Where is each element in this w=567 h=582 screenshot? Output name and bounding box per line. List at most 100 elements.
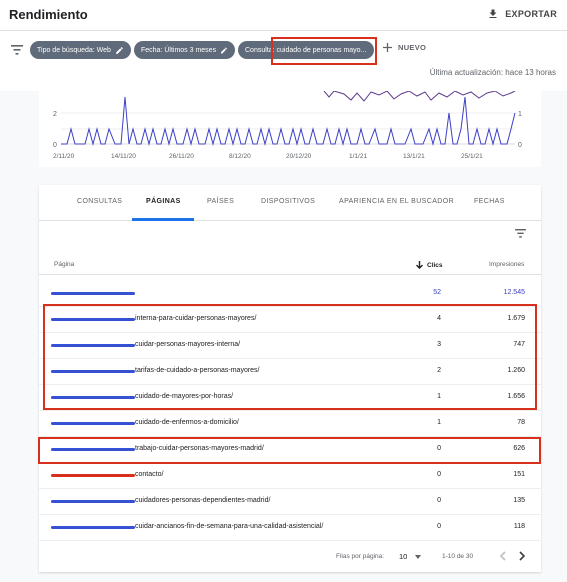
- tab-paginas[interactable]: PÁGINAS: [146, 198, 181, 205]
- tab-apariencia[interactable]: APARIENCIA EN EL BUSCADOR: [339, 198, 454, 205]
- redacted-url: [51, 344, 135, 347]
- y-left-tick: 2: [53, 111, 57, 118]
- table-row[interactable]: cuidadores-personas-dependientes-madrid/…: [39, 489, 541, 515]
- new-filter-label: NUEVO: [398, 43, 427, 52]
- table-filter-icon[interactable]: [515, 229, 526, 238]
- filter-bar: Tipo de búsqueda: Web Fecha: Últimos 3 m…: [0, 31, 567, 91]
- redacted-url: [51, 474, 135, 477]
- table-row[interactable]: tarifas-de-cuidado-a-personas-mayores/ 2…: [39, 359, 541, 385]
- cell-impressions: 626: [513, 445, 525, 452]
- cell-clicks: 1: [437, 393, 441, 400]
- cell-impressions: 747: [513, 341, 525, 348]
- cell-page[interactable]: interna-para-cuidar-personas-mayores/: [135, 315, 256, 322]
- column-header-page[interactable]: Página: [54, 261, 74, 268]
- filter-chip-label: Tipo de búsqueda: Web: [37, 46, 111, 54]
- x-axis-label: 14/11/20: [111, 153, 136, 160]
- cell-impressions: 135: [513, 497, 525, 504]
- x-axis-label: 2/11/20: [53, 153, 75, 160]
- cell-impressions: 118: [513, 523, 525, 530]
- tab-paises[interactable]: PAÍSES: [207, 198, 234, 205]
- rows-per-page-select[interactable]: 10: [399, 552, 422, 561]
- cell-clicks: 0: [437, 497, 441, 504]
- tab-dispositivos[interactable]: DISPOSITIVOS: [261, 198, 315, 205]
- export-label: EXPORTAR: [505, 9, 557, 19]
- rows-per-page-value: 10: [399, 552, 408, 561]
- redacted-url: [51, 318, 135, 321]
- arrow-down-icon: [416, 261, 423, 269]
- cell-page[interactable]: tarifas-de-cuidado-a-personas-mayores/: [135, 367, 260, 374]
- table-header: Página Clics Impresiones: [39, 255, 541, 275]
- redacted-url: [51, 370, 135, 373]
- redacted-url: [51, 500, 135, 503]
- cell-clicks: 0: [437, 523, 441, 530]
- cell-impressions: 1.260: [507, 367, 525, 374]
- tab-consultas[interactable]: CONSULTAS: [77, 198, 122, 205]
- column-header-clicks[interactable]: Clics: [416, 261, 443, 269]
- dimension-tabs: CONSULTAS PÁGINAS PAÍSES DISPOSITIVOS AP…: [39, 185, 541, 221]
- table-row[interactable]: cuidado-de-enfermos-a-domicilio/ 1 78: [39, 411, 541, 437]
- dropdown-arrow-icon: [415, 554, 422, 559]
- rows-per-page-label: Filas por página:: [336, 553, 385, 560]
- cell-impressions: 78: [517, 419, 525, 426]
- redacted-url: [51, 526, 135, 529]
- table-row[interactable]: cuidado-de-mayores-por-horas/ 1 1.656: [39, 385, 541, 411]
- cell-clicks: 1: [437, 419, 441, 426]
- redacted-url: [51, 448, 135, 451]
- cell-clicks: 2: [437, 367, 441, 374]
- x-axis-label: 25/1/21: [461, 153, 483, 160]
- pencil-icon[interactable]: [115, 46, 124, 55]
- cell-clicks: 52: [433, 289, 441, 296]
- cell-impressions: 12.545: [503, 289, 525, 296]
- cell-page[interactable]: cuidadores-personas-dependientes-madrid/: [135, 497, 270, 504]
- column-header-clicks-label: Clics: [427, 261, 443, 269]
- cell-clicks: 0: [437, 445, 441, 452]
- export-button[interactable]: EXPORTAR: [487, 8, 557, 20]
- active-tab-indicator: [132, 218, 194, 221]
- top-bar: Rendimiento EXPORTAR: [0, 0, 567, 31]
- table-row[interactable]: cuidar-ancianos-fin-de-semana-para-una-c…: [39, 515, 541, 541]
- redacted-url: [51, 422, 135, 425]
- filter-chip-label: Fecha: Últimos 3 meses: [141, 46, 217, 54]
- page-range: 1-10 de 30: [442, 553, 474, 560]
- cell-clicks: 0: [437, 471, 441, 478]
- performance-chart-svg: 2 0 1 0 2/11/20 14/11/20 26/11/20 8/12/2…: [53, 91, 522, 160]
- table-row[interactable]: trabajo-cuidar-personas-mayores-madrid/ …: [39, 437, 541, 463]
- x-axis-label: 1/1/21: [349, 153, 367, 160]
- plus-icon: [383, 43, 392, 52]
- x-axis-label: 20/12/20: [286, 153, 312, 160]
- page-title: Rendimiento: [9, 7, 88, 22]
- chevron-right-icon[interactable]: [519, 551, 526, 561]
- cell-impressions: 1.656: [507, 393, 525, 400]
- cell-page[interactable]: cuidado-de-mayores-por-horas/: [135, 393, 233, 400]
- table-row[interactable]: interna-para-cuidar-personas-mayores/ 4 …: [39, 307, 541, 333]
- tab-fechas[interactable]: FECHAS: [474, 198, 505, 205]
- pages-table-card: CONSULTAS PÁGINAS PAÍSES DISPOSITIVOS AP…: [39, 185, 541, 572]
- filter-chip-label: Consulta: cuidado de personas mayo...: [245, 46, 367, 54]
- y-right-tick: 1: [518, 111, 522, 118]
- filter-chip-query[interactable]: Consulta: cuidado de personas mayo...: [238, 41, 374, 59]
- clicks-line: [61, 96, 516, 146]
- chevron-left-icon[interactable]: [499, 551, 506, 561]
- cell-clicks: 3: [437, 341, 441, 348]
- cell-clicks: 4: [437, 315, 441, 322]
- impressions-line: [323, 91, 516, 102]
- filter-chip-date[interactable]: Fecha: Últimos 3 meses: [134, 41, 235, 59]
- cell-page[interactable]: cuidado-de-enfermos-a-domicilio/: [135, 419, 239, 426]
- filter-chip-search-type[interactable]: Tipo de búsqueda: Web: [30, 41, 131, 59]
- filter-icon[interactable]: [11, 45, 23, 55]
- cell-page[interactable]: contacto/: [135, 471, 163, 478]
- table-row-total[interactable]: 52 12.545: [39, 281, 541, 307]
- cell-page[interactable]: cuidar-personas-mayores-interna/: [135, 341, 240, 348]
- new-filter-button[interactable]: NUEVO: [383, 43, 426, 52]
- performance-chart: 2 0 1 0 2/11/20 14/11/20 26/11/20 8/12/2…: [39, 91, 541, 167]
- cell-page[interactable]: trabajo-cuidar-personas-mayores-madrid/: [135, 445, 264, 452]
- pencil-icon[interactable]: [220, 46, 228, 55]
- x-axis-label: 8/12/20: [229, 153, 251, 160]
- cell-impressions: 1.679: [507, 315, 525, 322]
- table-row[interactable]: contacto/ 0 151: [39, 463, 541, 489]
- cell-page[interactable]: cuidar-ancianos-fin-de-semana-para-una-c…: [135, 523, 323, 530]
- column-header-impressions[interactable]: Impresiones: [489, 261, 524, 268]
- table-row[interactable]: cuidar-personas-mayores-interna/ 3 747: [39, 333, 541, 359]
- cell-impressions: 151: [513, 471, 525, 478]
- pagination: Filas por página: 10 1-10 de 30: [39, 543, 541, 571]
